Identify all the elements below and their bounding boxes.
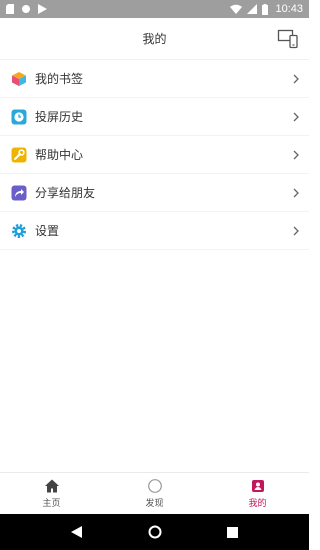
home-icon [44, 479, 59, 493]
tab-home[interactable]: 主页 [0, 473, 103, 514]
tab-discover[interactable]: 发现 [103, 473, 206, 514]
page-title: 我的 [142, 32, 167, 46]
menu-item-label: 分享给朋友 [35, 186, 96, 200]
share-icon [10, 184, 28, 202]
menu-item-label: 设置 [35, 224, 60, 238]
chevron-right-icon [293, 226, 299, 235]
battery-icon [262, 3, 269, 15]
wifi-icon [230, 4, 243, 14]
home-button[interactable] [147, 524, 163, 540]
chevron-right-icon [293, 74, 299, 83]
tab-label: 发现 [145, 499, 164, 509]
chevron-right-icon [293, 188, 299, 197]
tab-label: 我的 [248, 499, 267, 509]
sync-icon [22, 5, 30, 13]
recents-square-icon [227, 526, 238, 538]
status-notifications [6, 4, 47, 14]
menu-item-label: 投屏历史 [35, 110, 84, 124]
wrench-icon [10, 146, 28, 164]
system-navigation-bar [0, 514, 309, 550]
status-time: 10:43 [275, 3, 303, 15]
discover-icon [147, 479, 162, 493]
gear-icon [10, 222, 28, 240]
menu-item-help-center[interactable]: 帮助中心 [0, 136, 309, 174]
cube-icon [10, 70, 28, 88]
chevron-right-icon [293, 150, 299, 159]
menu-item-bookmarks[interactable]: 我的书签 [0, 60, 309, 98]
home-circle-icon [148, 525, 161, 539]
menu-item-cast-history[interactable]: 投屏历史 [0, 98, 309, 136]
bottom-tab-bar: 主页 发现 我的 [0, 472, 309, 514]
menu-item-share[interactable]: 分享给朋友 [0, 174, 309, 212]
chevron-right-icon [293, 112, 299, 121]
back-button[interactable] [69, 524, 85, 540]
menu-item-label: 我的书签 [35, 72, 84, 86]
tab-label: 主页 [42, 499, 61, 509]
menu-item-label: 帮助中心 [35, 148, 84, 162]
back-triangle-icon [71, 526, 82, 538]
menu-item-settings[interactable]: 设置 [0, 212, 309, 250]
clock-icon [10, 108, 28, 126]
app-header: 我的 [0, 18, 309, 60]
menu-list: 我的书签 投屏历史 帮助中心 分享给朋友 设置 [0, 60, 309, 250]
profile-icon [251, 480, 264, 492]
screen-cast-device-icon[interactable] [277, 28, 299, 50]
recents-button[interactable] [225, 524, 241, 540]
play-store-icon [38, 4, 47, 14]
sd-card-icon [6, 4, 14, 14]
signal-icon [247, 4, 258, 14]
status-bar: 10:43 [0, 0, 309, 18]
status-system: 10:43 [230, 3, 303, 15]
tab-profile[interactable]: 我的 [206, 473, 309, 514]
